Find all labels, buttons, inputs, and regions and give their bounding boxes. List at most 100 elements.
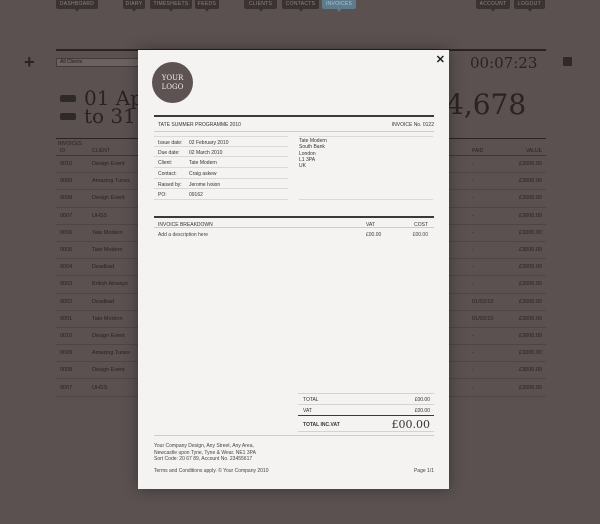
invoice-client-cell: British Airways <box>92 281 128 288</box>
nav-account[interactable]: ACCOUNT <box>476 0 510 12</box>
invoice-paid-cell: - <box>472 281 474 288</box>
invoice-header-divider <box>154 115 434 117</box>
invoice-paid-cell: 01/02/10 <box>472 315 494 322</box>
meta-label: Issue date: <box>158 140 183 146</box>
line-item-description[interactable]: Add a description here <box>158 232 208 238</box>
invoice-client-cell: Deadbad <box>92 264 115 271</box>
logo-line-2: LOGO <box>161 82 184 91</box>
invoice-id-cell: 0002 <box>60 298 73 305</box>
address-line: South Bank <box>299 144 325 151</box>
meta-row: Contact: Craig askew <box>154 168 288 179</box>
header-client[interactable]: CLIENT <box>92 148 110 154</box>
nav-feeds[interactable]: FEEDS <box>195 0 219 12</box>
grand-total-row: TOTAL INC.VAT £00.00 <box>298 415 434 432</box>
meta-value[interactable]: 09162 <box>189 192 203 198</box>
invoice-id-cell: 0010 <box>60 332 73 339</box>
plus-icon[interactable]: + <box>24 52 35 73</box>
vat-value: £00.00 <box>414 408 430 414</box>
invoice-paid-cell: - <box>472 332 474 339</box>
invoice-id-cell: 0007 <box>60 212 73 219</box>
invoice-value-cell: £3000.00 <box>519 229 542 236</box>
invoice-client-cell: UHSS <box>92 212 108 219</box>
invoice-paid-cell: - <box>472 367 474 374</box>
meta-row: Due date: 02 March 2010 <box>154 147 288 158</box>
client-address: Tate Modern South Bank London L1 3PA UK <box>299 138 327 169</box>
line-item-vat: £00.00 <box>366 232 382 238</box>
invoice-client-cell: Amazing Tunes <box>92 350 130 357</box>
invoice-paid-cell: - <box>472 350 474 357</box>
invoice-id-cell: 0009 <box>60 350 73 357</box>
invoice-id-cell: 0010 <box>60 161 73 168</box>
invoice-breakdown: INVOICE BREAKDOWN VAT COST Add a descrip… <box>154 216 434 238</box>
top-navigation: DASHBOARD DIARY TIMESHEETS FEEDS CLIENTS… <box>0 0 600 14</box>
grand-total-label: TOTAL INC.VAT <box>303 422 340 428</box>
subtotal-row: TOTAL £00.00 <box>298 393 434 404</box>
timer-control-icon[interactable] <box>563 57 572 66</box>
invoice-client-cell: Tate Modern <box>92 247 123 254</box>
meta-label: Contact: <box>158 171 177 178</box>
nav-invoices[interactable]: INVOICES <box>322 0 356 12</box>
meta-value[interactable]: Jerome Ivsion <box>189 182 220 188</box>
invoice-paid-cell: - <box>472 195 474 202</box>
meta-row: Client: Tate Modern <box>154 157 288 169</box>
to-date-badge[interactable] <box>60 113 76 120</box>
meta-value[interactable]: 02 March 2010 <box>189 150 222 156</box>
invoice-client-cell: Amazing Tunes <box>92 178 130 185</box>
terms-text: Terms and Conditions apply. © Your Compa… <box>154 468 269 474</box>
address-line: UK <box>299 163 306 170</box>
timer-display: 00:07:23 <box>470 54 538 72</box>
invoice-value-cell: £3000.00 <box>519 384 542 391</box>
meta-label: Raised by: <box>158 181 182 188</box>
invoice-value-cell: £3000.00 <box>519 315 542 322</box>
invoice-paid-cell: - <box>472 247 474 254</box>
invoice-client-cell: Design Event <box>92 161 125 168</box>
invoice-value-cell: £3000.00 <box>519 178 542 185</box>
invoice-client-cell: Design Event <box>92 332 125 339</box>
invoice-value-cell: £3000.00 <box>519 367 542 374</box>
subtotal-value: £00.00 <box>414 397 430 403</box>
summary-total: 4,678 <box>446 88 527 121</box>
invoice-value-cell: £3000.00 <box>519 212 542 219</box>
invoice-paid-cell: - <box>472 264 474 271</box>
nav-diary[interactable]: DIARY <box>123 0 145 12</box>
invoice-value-cell: £3000.00 <box>519 281 542 288</box>
invoice-value-cell: £3000.00 <box>519 298 542 305</box>
nav-timesheets[interactable]: TIMESHEETS <box>150 0 192 12</box>
invoice-id-cell: 0009 <box>60 178 73 185</box>
header-paid[interactable]: PAID <box>472 148 483 154</box>
invoice-value-cell: £3000.00 <box>519 350 542 357</box>
meta-value[interactable]: Craig askew <box>189 171 217 177</box>
company-address-line: Your Company Design, Any Street, Any Are… <box>154 443 254 449</box>
grand-total-value: £00.00 <box>391 418 431 431</box>
from-date-badge[interactable] <box>60 95 76 102</box>
invoice-client-cell: Tate Modern <box>92 315 123 322</box>
footer-divider <box>154 435 434 436</box>
invoice-value-cell: £3000.00 <box>519 332 542 339</box>
meta-value[interactable]: Tate Modern <box>189 160 217 166</box>
company-address: Your Company Design, Any Street, Any Are… <box>154 443 256 463</box>
vat-row: VAT £00.00 <box>298 404 434 415</box>
meta-value[interactable]: 02 February 2010 <box>189 140 228 146</box>
meta-row: Raised by: Jerome Ivsion <box>154 179 288 190</box>
header-id[interactable]: ID <box>60 148 65 154</box>
header-value[interactable]: VALUE <box>526 148 542 154</box>
nav-clients[interactable]: CLIENTS <box>244 0 277 12</box>
invoice-client-cell: UHSS <box>92 384 108 391</box>
invoice-value-cell: £3000.00 <box>519 247 542 254</box>
nav-dashboard[interactable]: DASHBOARD <box>56 0 98 12</box>
nav-logout[interactable]: LOGOUT <box>514 0 545 12</box>
meta-label: PO: <box>158 192 167 199</box>
close-icon[interactable]: ✕ <box>436 53 445 66</box>
invoice-id-cell: 0001 <box>60 315 73 322</box>
breakdown-row[interactable]: Add a description here £00.00 £00.00 <box>154 228 434 238</box>
invoice-id-cell: 0008 <box>60 367 73 374</box>
invoice-paid-cell: - <box>472 178 474 185</box>
company-address-line: Newcastle upon Tyne, Tyne & Wear. NE1 3P… <box>154 449 256 456</box>
invoice-value-cell: £3000.00 <box>519 264 542 271</box>
nav-contacts[interactable]: CONTACTS <box>282 0 319 12</box>
client-filter-select[interactable]: All Clients <box>56 58 140 67</box>
invoice-totals: TOTAL £00.00 VAT £00.00 TOTAL INC.VAT £0… <box>298 393 434 432</box>
page-number: Page 1/1 <box>413 468 434 474</box>
invoice-meta: Issue date: 02 February 2010 Due date: 02 M… <box>154 136 288 201</box>
invoice-id-cell: 0004 <box>60 264 73 271</box>
